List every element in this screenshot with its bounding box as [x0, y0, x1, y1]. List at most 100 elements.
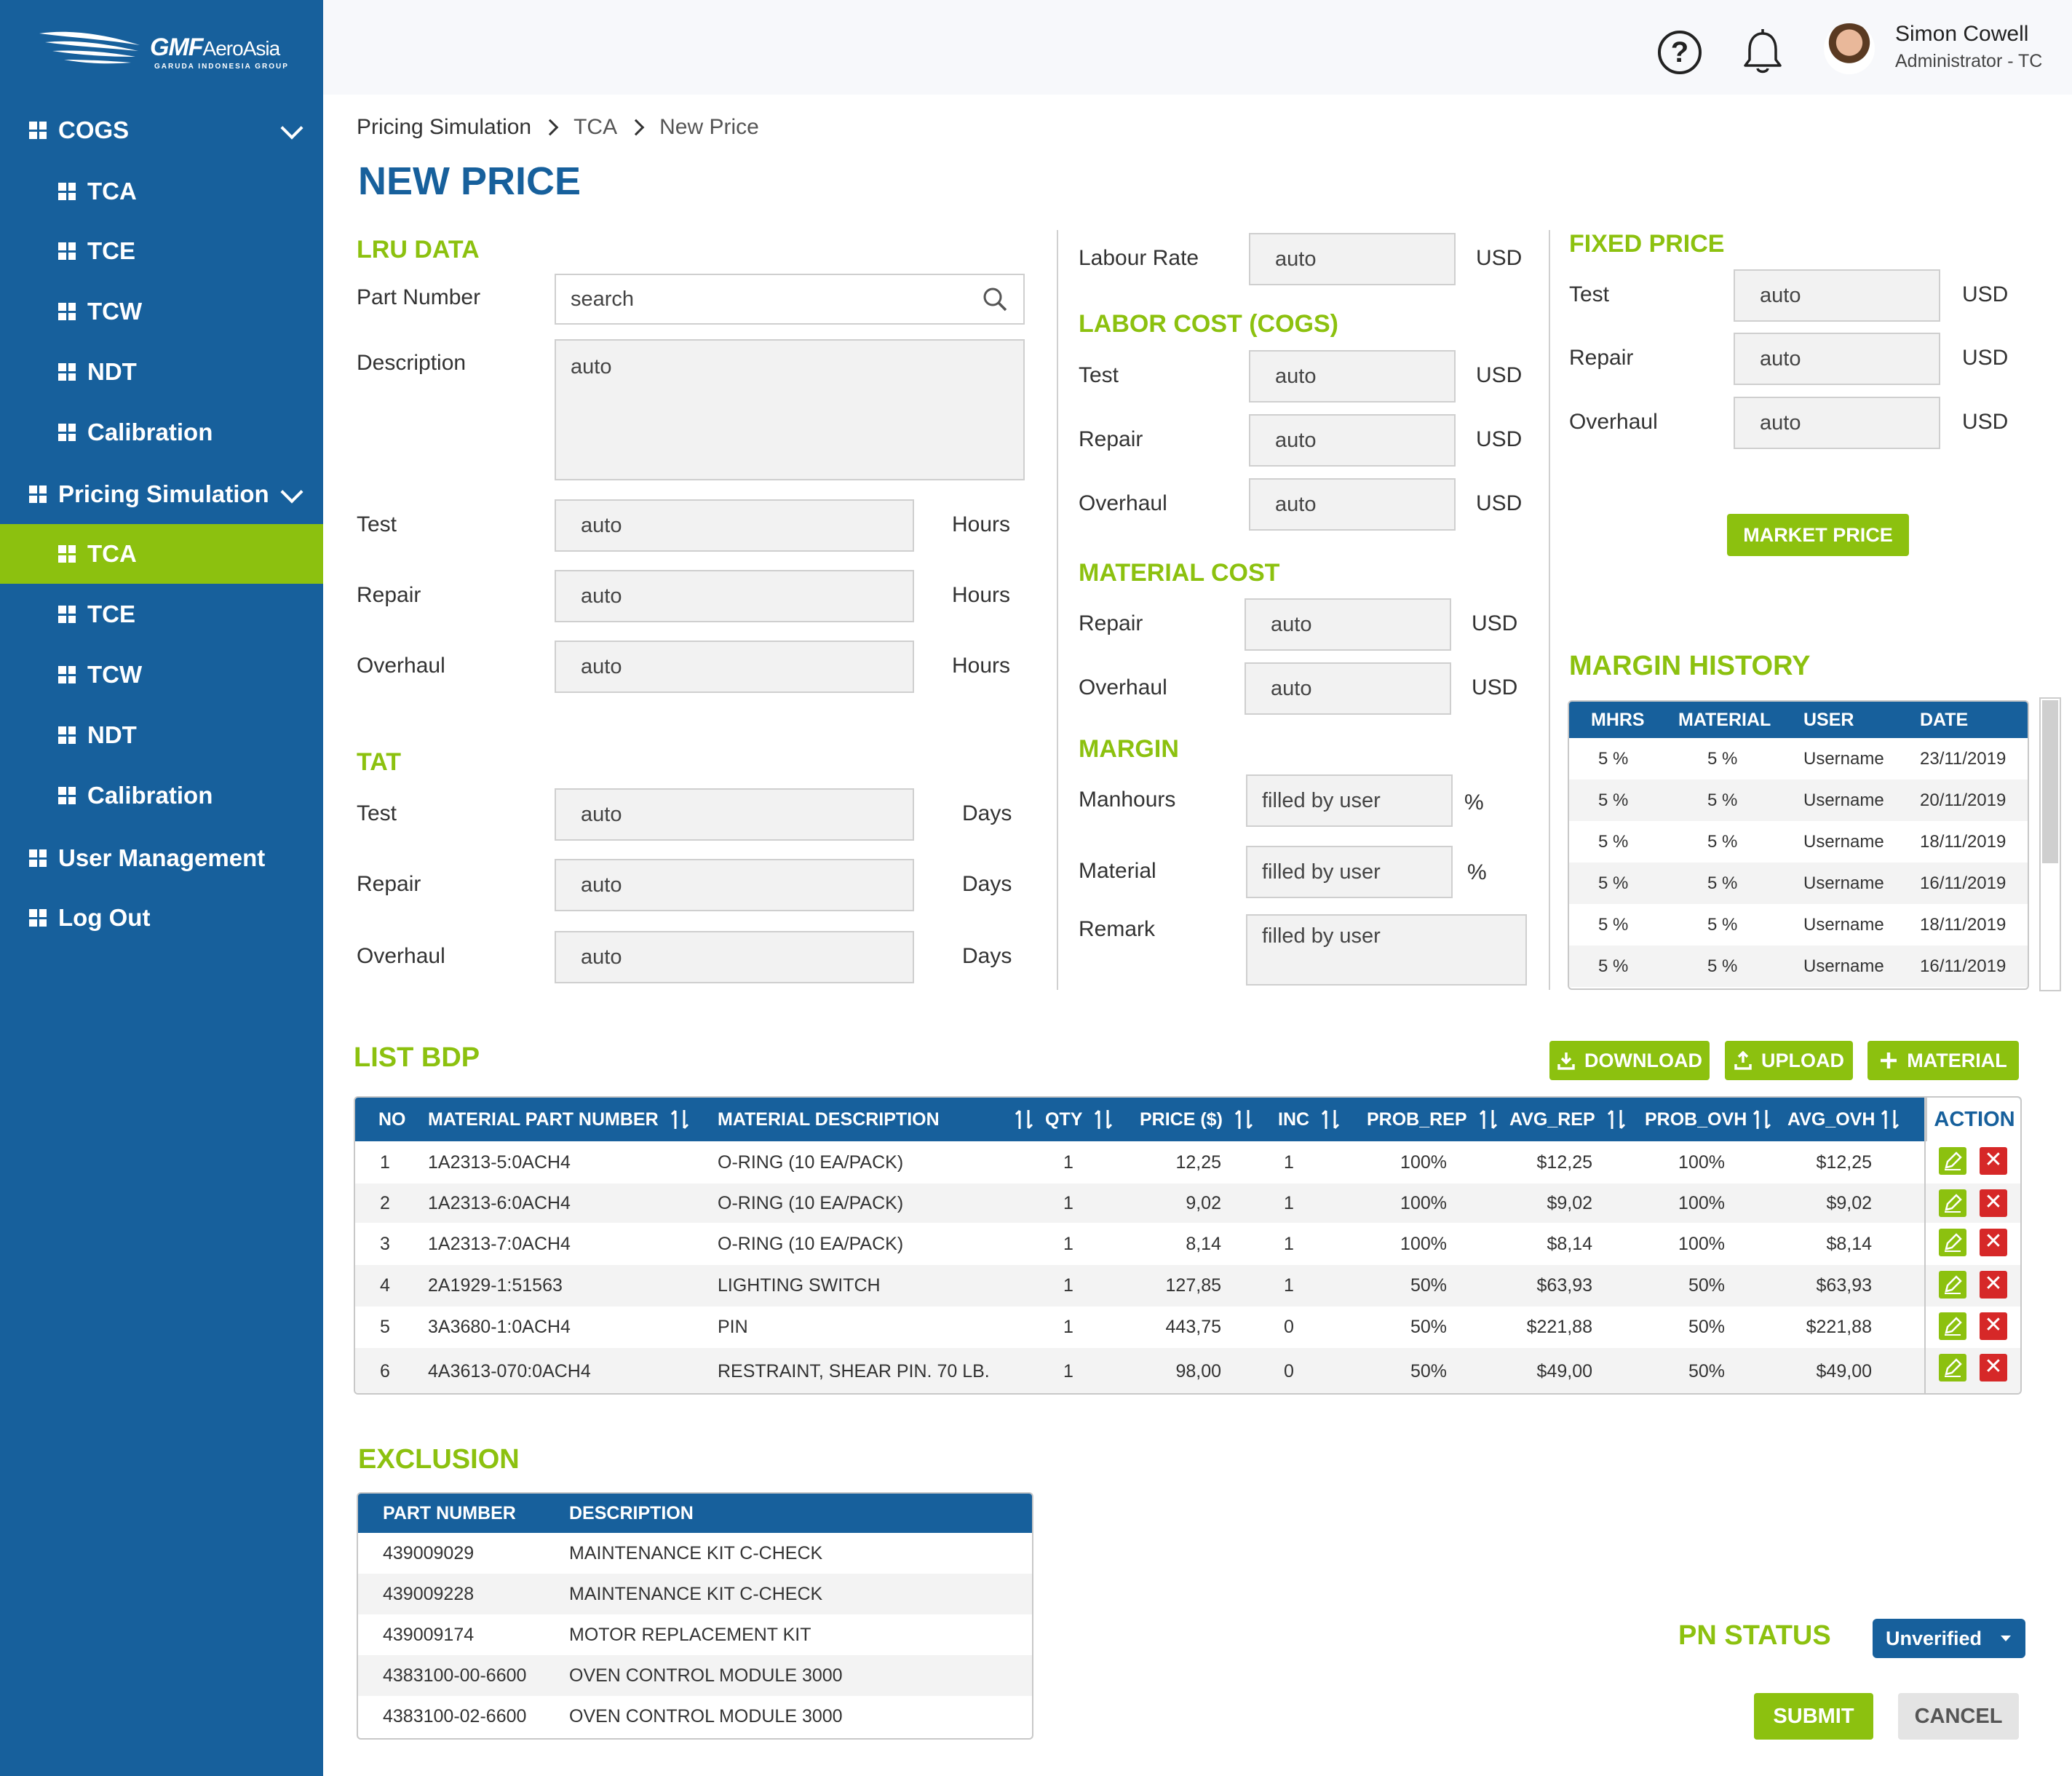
- margin-history-cell: 16/11/2019: [1920, 956, 2006, 976]
- sort-icon[interactable]: [670, 1109, 689, 1130]
- table-cell-prob-rep: 50%: [1410, 1317, 1447, 1337]
- chevron-down-icon[interactable]: [280, 480, 303, 504]
- sidebar-item-tce[interactable]: TCE: [0, 584, 323, 644]
- col-prob-ovh[interactable]: PROB_OVH: [1645, 1098, 1771, 1141]
- sidebar-item-tcw[interactable]: TCW: [0, 282, 323, 341]
- col-qty[interactable]: QTY: [1045, 1098, 1113, 1141]
- delete-icon[interactable]: ✕: [1980, 1229, 2007, 1256]
- sidebar-item-label: COGS: [58, 116, 130, 143]
- sidebar-item-label: TCA: [87, 540, 137, 567]
- remark-textarea[interactable]: filled by user: [1246, 914, 1527, 986]
- part-number-search-input[interactable]: search: [555, 274, 1025, 325]
- table-cell-price: 9,02: [1186, 1192, 1221, 1213]
- margin-manhours-input[interactable]: filled by user: [1246, 774, 1453, 827]
- margin-history-cell: Username: [1803, 790, 1884, 810]
- table-cell-prob-ovh: 50%: [1688, 1317, 1725, 1337]
- sidebar-item-tca[interactable]: TCA: [0, 162, 323, 221]
- col-price[interactable]: PRICE ($): [1140, 1098, 1253, 1141]
- breadcrumb-item-pricing-simulation[interactable]: Pricing Simulation: [357, 115, 531, 140]
- sidebar-item-log-out[interactable]: Log Out: [0, 888, 323, 948]
- col-description-sort[interactable]: [1003, 1098, 1033, 1141]
- section-title-lru-data: LRU DATA: [357, 236, 480, 263]
- delete-icon[interactable]: ✕: [1980, 1271, 2007, 1299]
- edit-icon[interactable]: [1939, 1189, 1966, 1217]
- add-material-button[interactable]: MATERIAL: [1867, 1041, 2019, 1080]
- sidebar-item-cogs[interactable]: COGS: [0, 100, 323, 160]
- user-avatar[interactable]: [1824, 23, 1875, 74]
- material-repair-field: auto: [1245, 598, 1451, 651]
- delete-icon[interactable]: ✕: [1980, 1189, 2007, 1217]
- margin-history-header: MHRS MATERIAL USER DATE: [1569, 702, 2028, 738]
- grid-icon: [58, 787, 76, 804]
- exclusion-cell-description: MAINTENANCE KIT C-CHECK: [569, 1583, 823, 1604]
- sort-icon[interactable]: [1753, 1109, 1771, 1130]
- table-cell-inc: 0: [1284, 1360, 1294, 1381]
- sort-icon[interactable]: [1234, 1109, 1253, 1130]
- exclusion-cell-part-number: 439009029: [383, 1542, 475, 1563]
- edit-icon[interactable]: [1939, 1312, 1966, 1340]
- sort-icon[interactable]: [1607, 1109, 1626, 1130]
- col-material-part-number-label: MATERIAL PART NUMBER: [428, 1109, 659, 1130]
- download-button[interactable]: DOWNLOAD: [1549, 1041, 1710, 1080]
- col-prob-rep[interactable]: PROB_REP: [1367, 1098, 1498, 1141]
- edit-icon[interactable]: [1939, 1147, 1966, 1175]
- table-row: 5 3A3680-1:0ACH4 PIN 1 443,75 0 50% $221,88 50% $…: [355, 1307, 2020, 1348]
- edit-icon[interactable]: [1939, 1229, 1966, 1256]
- sidebar-item-tce[interactable]: TCE: [0, 221, 323, 281]
- pn-status-dropdown[interactable]: Unverified: [1873, 1619, 2025, 1658]
- grid-icon: [29, 122, 47, 139]
- notification-bell-icon[interactable]: [1739, 28, 1786, 76]
- margin-history-row: 5 % 5 % Username 20/11/2019: [1569, 780, 2028, 821]
- grid-icon: [58, 363, 76, 381]
- labor-repair-field: auto: [1249, 414, 1456, 467]
- margin-material-input[interactable]: filled by user: [1246, 846, 1453, 898]
- col-material-part-number[interactable]: MATERIAL PART NUMBER: [428, 1098, 689, 1141]
- upload-button[interactable]: UPLOAD: [1725, 1041, 1853, 1080]
- lru-test-label: Test: [357, 512, 397, 536]
- sidebar-item-label: Pricing Simulation: [58, 480, 269, 507]
- margin-history-scrollbar[interactable]: [2039, 697, 2061, 991]
- grid-icon: [58, 666, 76, 683]
- delete-icon[interactable]: ✕: [1980, 1354, 2007, 1381]
- top-bar: ? Simon Cowell Administrator - TC: [323, 0, 2072, 95]
- table-cell-prob-ovh: 100%: [1678, 1192, 1725, 1213]
- delete-icon[interactable]: ✕: [1980, 1147, 2007, 1175]
- margin-history-cell: Username: [1803, 914, 1884, 935]
- sidebar-item-user-management[interactable]: User Management: [0, 828, 323, 888]
- cancel-button[interactable]: CANCEL: [1898, 1693, 2019, 1740]
- sort-icon[interactable]: [1094, 1109, 1113, 1130]
- table-row: 2 1A2313-6:0ACH4 O-RING (10 EA/PACK) 1 9,02 1…: [355, 1184, 2020, 1223]
- tat-test-label: Test: [357, 801, 397, 825]
- sidebar-item-tcw[interactable]: TCW: [0, 645, 323, 705]
- col-avg-rep[interactable]: AVG_REP: [1509, 1098, 1626, 1141]
- sidebar-item-calibration[interactable]: Calibration: [0, 403, 323, 462]
- margin-history-cell: Username: [1803, 873, 1884, 893]
- grid-icon: [58, 606, 76, 623]
- sidebar-item-calibration[interactable]: Calibration: [0, 766, 323, 825]
- edit-icon[interactable]: [1939, 1271, 1966, 1299]
- search-icon[interactable]: [983, 287, 1007, 312]
- breadcrumb-item-tca[interactable]: TCA: [573, 115, 617, 140]
- exclusion-row: 439009228 MAINTENANCE KIT C-CHECK: [358, 1574, 1032, 1614]
- sort-icon[interactable]: [1479, 1109, 1498, 1130]
- delete-icon[interactable]: ✕: [1980, 1312, 2007, 1340]
- table-cell-avg-ovh: $63,93: [1816, 1275, 1872, 1296]
- help-icon[interactable]: ?: [1658, 31, 1702, 74]
- sidebar-item-tca[interactable]: TCA: [0, 524, 323, 584]
- market-price-button[interactable]: MARKET PRICE: [1727, 514, 1909, 556]
- sort-icon[interactable]: [1881, 1109, 1900, 1130]
- sidebar-item-pricing-simulation[interactable]: Pricing Simulation: [0, 464, 323, 524]
- margin-history-cell: 18/11/2019: [1920, 914, 2006, 935]
- sort-icon[interactable]: [1015, 1109, 1033, 1130]
- labor-test-field: auto: [1249, 350, 1456, 403]
- submit-button[interactable]: SUBMIT: [1754, 1693, 1873, 1740]
- chevron-down-icon[interactable]: [280, 116, 303, 140]
- scrollbar-thumb[interactable]: [2042, 700, 2058, 863]
- col-inc[interactable]: INC: [1278, 1098, 1340, 1141]
- sidebar-item-ndt[interactable]: NDT: [0, 342, 323, 402]
- edit-icon[interactable]: [1939, 1354, 1966, 1381]
- sidebar-item-ndt[interactable]: NDT: [0, 705, 323, 765]
- sort-icon[interactable]: [1321, 1109, 1340, 1130]
- col-avg-ovh[interactable]: AVG_OVH: [1787, 1098, 1900, 1141]
- table-cell-inc: 1: [1284, 1233, 1294, 1254]
